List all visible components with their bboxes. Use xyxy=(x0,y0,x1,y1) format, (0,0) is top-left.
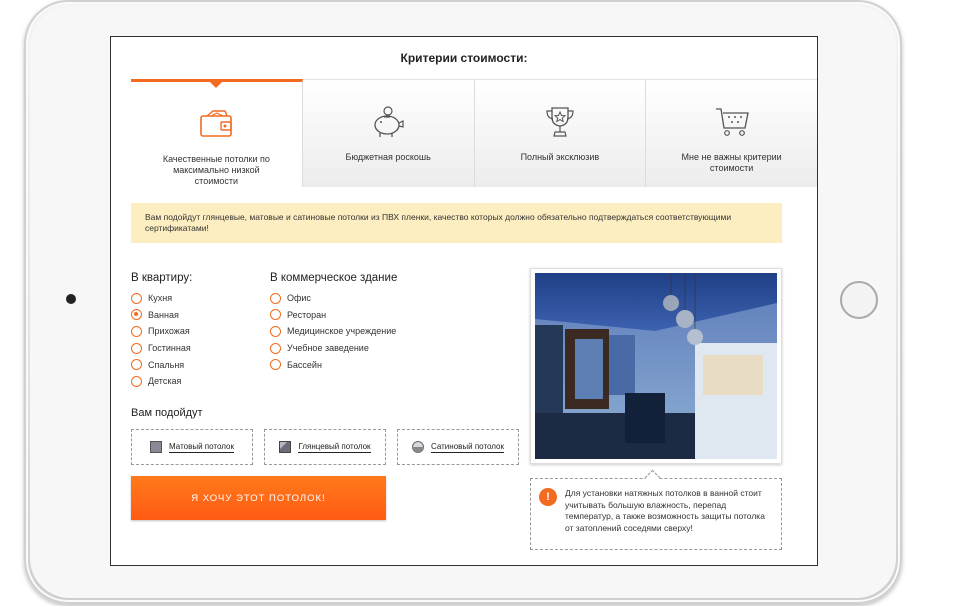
camera-icon xyxy=(66,294,76,304)
tab-label: Качественные потолки по максимально низк… xyxy=(162,154,270,186)
matte-swatch-icon xyxy=(150,441,163,453)
radio-button[interactable] xyxy=(131,325,142,337)
suit-label: Матовый потолок xyxy=(169,441,234,453)
radio-option-bedroom[interactable]: Спальня xyxy=(131,356,191,373)
radio-button[interactable] xyxy=(131,342,142,354)
commercial-title: В коммерческое здание xyxy=(270,272,398,284)
satin-ceiling-link[interactable]: Сатиновый потолок xyxy=(397,429,519,465)
satin-swatch-icon xyxy=(412,441,424,453)
tab-label: Бюджетная роскошь xyxy=(345,152,431,162)
recommendation-note: Вам подойдут глянцевые, матовые и сатино… xyxy=(131,203,782,243)
radio-option-pool[interactable]: Бассейн xyxy=(270,356,396,373)
radio-option-kitchen[interactable]: Кухня xyxy=(131,290,191,307)
radio-button[interactable] xyxy=(270,325,281,337)
info-icon: ! xyxy=(539,488,557,506)
tab-label: Мне не важны критерии стоимости xyxy=(681,152,782,173)
tab-low-cost[interactable]: Качественные потолки по максимально низк… xyxy=(131,79,303,187)
radio-option-office[interactable]: Офис xyxy=(270,290,396,307)
want-ceiling-button[interactable]: Я ХОЧУ ЭТОТ ПОТОЛОК! xyxy=(131,476,386,520)
radio-button[interactable] xyxy=(131,292,142,304)
radio-label: Детская xyxy=(148,376,182,387)
cart-icon xyxy=(712,102,752,142)
radio-label: Спальня xyxy=(148,359,185,370)
radio-button[interactable] xyxy=(270,359,281,371)
radio-button-selected[interactable] xyxy=(131,309,142,321)
radio-button[interactable] xyxy=(270,342,281,354)
radio-label: Гостинная xyxy=(148,343,191,354)
radio-button[interactable] xyxy=(270,309,281,321)
apartment-title: В квартиру: xyxy=(131,272,193,284)
radio-option-bathroom[interactable]: Ванная xyxy=(131,307,191,324)
radio-label: Кухня xyxy=(148,293,173,304)
commercial-options: Офис Ресторан Медицинское учреждение Уче… xyxy=(270,290,396,373)
screen: Критерии стоимости: Качественные потолки… xyxy=(110,36,818,566)
apartment-options: Кухня Ванная Прихожая Гостинная Спальня … xyxy=(131,290,191,390)
tab-budget-luxury[interactable]: Бюджетная роскошь xyxy=(302,79,475,187)
ceiling-photo-frame xyxy=(530,268,782,464)
tab-label: Полный эксклюзив xyxy=(520,152,600,162)
radio-label: Ванная xyxy=(148,309,179,320)
tab-no-criteria[interactable]: Мне не важны критерии стоимости xyxy=(646,79,817,187)
trophy-icon xyxy=(540,102,580,142)
radio-option-medical[interactable]: Медицинское учреждение xyxy=(270,323,396,340)
radio-label: Медицинское учреждение xyxy=(287,326,397,337)
suit-label: Глянцевый потолок xyxy=(298,441,371,453)
matte-ceiling-link[interactable]: Матовый потолок xyxy=(131,429,253,465)
price-criteria-tabs: Качественные потолки по максимально низк… xyxy=(131,79,817,187)
radio-label: Учебное заведение xyxy=(287,343,369,354)
radio-option-kids-room[interactable]: Детская xyxy=(131,373,191,390)
radio-option-restaurant[interactable]: Ресторан xyxy=(270,307,396,324)
suit-label: Сатиновый потолок xyxy=(431,441,504,453)
info-tooltip: ! Для установки натяжных потолков в ванн… xyxy=(530,478,782,550)
radio-label: Ресторан xyxy=(287,309,327,320)
info-text: Для установки натяжных потолков в ванной… xyxy=(565,488,765,533)
radio-label: Офис xyxy=(287,293,311,304)
home-button[interactable] xyxy=(840,281,878,319)
radio-option-hallway[interactable]: Прихожая xyxy=(131,323,191,340)
radio-option-school[interactable]: Учебное заведение xyxy=(270,340,396,357)
radio-label: Бассейн xyxy=(287,359,322,370)
tab-full-exclusive[interactable]: Полный эксклюзив xyxy=(474,79,647,187)
glossy-ceiling-link[interactable]: Глянцевый потолок xyxy=(264,429,386,465)
radio-button[interactable] xyxy=(131,375,142,387)
piggy-bank-icon xyxy=(368,102,408,142)
radio-button[interactable] xyxy=(270,292,281,304)
suits-title: Вам подойдут xyxy=(131,407,203,419)
radio-option-living-room[interactable]: Гостинная xyxy=(131,340,191,357)
radio-label: Прихожая xyxy=(148,326,190,337)
glossy-swatch-icon xyxy=(279,441,292,453)
wallet-icon xyxy=(196,104,236,142)
radio-button[interactable] xyxy=(131,359,142,371)
bathroom-ceiling-photo xyxy=(535,273,777,459)
page-title: Критерии стоимости: xyxy=(400,51,528,65)
